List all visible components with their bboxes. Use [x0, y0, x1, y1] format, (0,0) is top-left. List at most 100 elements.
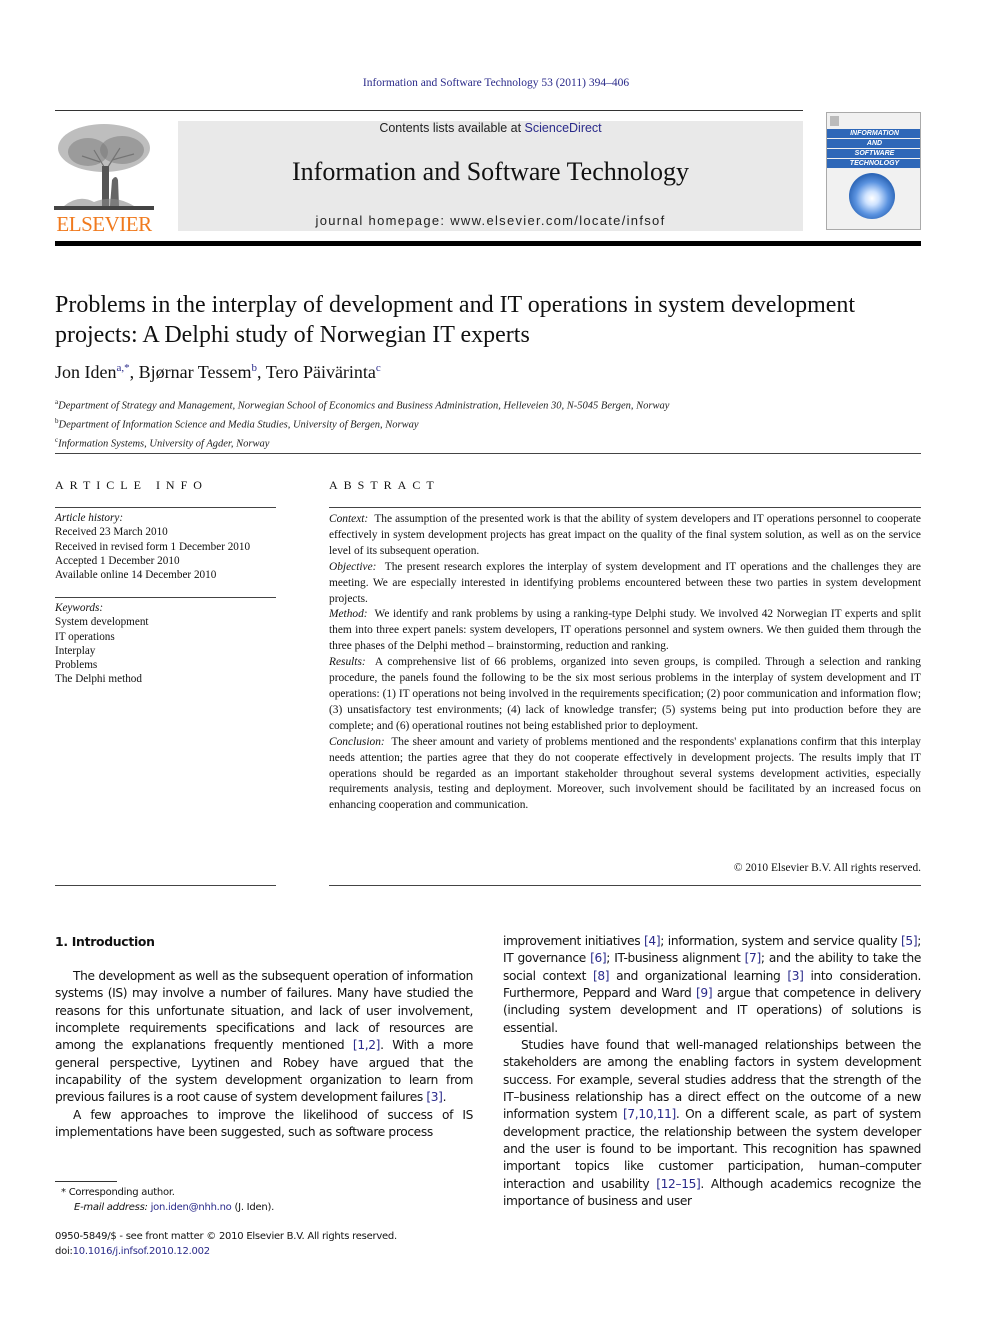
- body-column-right: improvement initiatives [4]; information…: [503, 933, 921, 1211]
- abstract-label: Context:: [329, 513, 369, 525]
- citation-link[interactable]: [7]: [745, 951, 762, 965]
- citation-link[interactable]: [4]: [644, 934, 661, 948]
- divider: [55, 597, 276, 598]
- cover-band: AND: [827, 139, 920, 148]
- journal-title: Information and Software Technology: [292, 157, 689, 186]
- text-run: improvement initiatives: [503, 934, 645, 948]
- affiliation-text: Information Systems, University of Agder…: [58, 438, 270, 450]
- abstract-section: Results: A comprehensive list of 66 prob…: [329, 655, 921, 735]
- author-marks[interactable]: c: [376, 362, 381, 374]
- keyword: System development: [55, 616, 149, 629]
- abstract-text: The sheer amount and variety of problems…: [329, 735, 921, 812]
- abstract-label: Objective:: [329, 560, 377, 573]
- article-history: Article history: Received 23 March 2010 …: [55, 511, 280, 582]
- section-heading: 1. Introduction: [55, 934, 155, 949]
- keywords: Keywords: System development IT operatio…: [55, 601, 280, 687]
- author-name: Bjørnar Tessem: [138, 362, 252, 382]
- citation-link[interactable]: [9]: [696, 986, 713, 1000]
- author-list: Jon Idena,*, Bjørnar Tessemb, Tero Päivä…: [55, 362, 381, 383]
- affiliation: cInformation Systems, University of Agde…: [55, 433, 669, 452]
- history-item: Available online 14 December 2010: [55, 569, 217, 582]
- keyword: IT operations: [55, 630, 115, 643]
- history-item: Received in revised form 1 December 2010: [55, 540, 251, 553]
- history-item: Received 23 March 2010: [55, 526, 168, 539]
- citation-link[interactable]: [7,10,11]: [623, 1107, 676, 1121]
- text-run: ; IT-business alignment: [606, 951, 745, 966]
- journal-cover[interactable]: INFORMATION AND SOFTWARE TECHNOLOGY: [826, 112, 921, 230]
- email-link[interactable]: jon.iden@nhh.no: [151, 1202, 232, 1213]
- abstract-text: The assumption of the presented work is …: [329, 513, 921, 557]
- keyword: Problems: [55, 659, 98, 672]
- abstract-label: Results:: [329, 656, 366, 669]
- citation-link[interactable]: [5]: [901, 934, 918, 948]
- header-rule: [55, 241, 921, 246]
- text-run: ; information, system and service qualit…: [660, 934, 902, 948]
- author-separator: ,: [129, 362, 139, 382]
- paragraph: A few approaches to improve the likeliho…: [55, 1107, 473, 1140]
- author-name: Tero Päivärinta: [265, 362, 376, 382]
- paragraph: Studies have found that well-managed rel…: [503, 1037, 921, 1210]
- abstract-heading: ABSTRACT: [329, 478, 440, 492]
- divider: [55, 507, 276, 508]
- author-separator: ,: [257, 362, 266, 382]
- abstract-text: We identify and rank problems by using a…: [329, 608, 921, 653]
- author-name: Jon Iden: [55, 362, 117, 382]
- keywords-label: Keywords:: [55, 602, 104, 614]
- affiliation: aDepartment of Strategy and Management, …: [55, 395, 669, 414]
- doi-link[interactable]: 10.1016/j.infsof.2010.12.002: [73, 1246, 210, 1257]
- sciencedirect-link[interactable]: ScienceDirect: [525, 121, 602, 135]
- affiliations: aDepartment of Strategy and Management, …: [55, 395, 669, 452]
- divider: [329, 507, 921, 508]
- text-run: .: [442, 1090, 447, 1105]
- keyword: Interplay: [55, 644, 96, 657]
- divider: [55, 453, 921, 454]
- paragraph: improvement initiatives [4]; information…: [503, 933, 921, 1037]
- paragraph: The development as well as the subsequen…: [55, 968, 473, 1107]
- contents-line: Contents lists available at ScienceDirec…: [178, 121, 803, 135]
- citation-link[interactable]: [3]: [787, 969, 804, 983]
- contents-prefix: Contents lists available at: [379, 121, 525, 135]
- cover-stamp-icon: [830, 116, 839, 126]
- journal-homepage[interactable]: journal homepage: www.elsevier.com/locat…: [178, 213, 803, 228]
- cover-band: SOFTWARE: [827, 149, 920, 158]
- footnote-mark: *: [61, 1187, 66, 1198]
- divider: [55, 885, 276, 886]
- text-run: and organizational learning: [609, 968, 788, 983]
- abstract-text: A comprehensive list of 66 problems, org…: [329, 656, 921, 732]
- citation-link[interactable]: [8]: [593, 969, 610, 983]
- citation-link[interactable]: [1,2]: [353, 1038, 381, 1052]
- doi-label: doi:: [55, 1245, 73, 1257]
- divider: [329, 885, 921, 886]
- top-rule: [55, 110, 803, 111]
- affiliation-text: Department of Information Science and Me…: [58, 419, 419, 431]
- elsevier-wordmark: ELSEVIER: [56, 212, 152, 236]
- running-head[interactable]: Information and Software Technology 53 (…: [0, 77, 992, 89]
- history-item: Accepted 1 December 2010: [55, 554, 180, 567]
- front-matter: 0950-5849/$ - see front matter © 2010 El…: [55, 1230, 485, 1259]
- abstract-body: Context: The assumption of the presented…: [329, 512, 921, 814]
- abstract-copyright: © 2010 Elsevier B.V. All rights reserved…: [733, 862, 921, 874]
- elsevier-tree-icon: [54, 120, 154, 210]
- body-column-left: The development as well as the subsequen…: [55, 968, 473, 1141]
- keyword: The Delphi method: [55, 673, 142, 686]
- cover-band: INFORMATION: [827, 129, 920, 138]
- history-label: Article history:: [55, 512, 124, 524]
- affiliation-text: Department of Strategy and Management, N…: [58, 400, 670, 412]
- journal-banner: Contents lists available at ScienceDirec…: [178, 121, 803, 231]
- citation-link[interactable]: [3]: [426, 1090, 443, 1104]
- abstract-label: Method:: [329, 608, 368, 621]
- footnote: * Corresponding author. E-mail address: …: [55, 1185, 475, 1215]
- front-matter-text: 0950-5849/$ - see front matter © 2010 El…: [55, 1231, 397, 1242]
- globe-icon: [849, 173, 895, 219]
- affiliation: bDepartment of Information Science and M…: [55, 414, 669, 433]
- citation-link[interactable]: [6]: [590, 951, 607, 965]
- elsevier-logo[interactable]: ELSEVIER: [54, 120, 154, 236]
- abstract-section: Method: We identify and rank problems by…: [329, 607, 921, 655]
- email-suffix: (J. Iden).: [231, 1202, 275, 1213]
- abstract-text: The present research explores the interp…: [329, 560, 921, 605]
- article-title: Problems in the interplay of development…: [55, 292, 856, 348]
- citation-link[interactable]: [12–15]: [656, 1177, 701, 1191]
- author-marks[interactable]: a,*: [117, 362, 130, 374]
- corresponding-author: Corresponding author.: [68, 1187, 175, 1198]
- abstract-section: Context: The assumption of the presented…: [329, 512, 921, 560]
